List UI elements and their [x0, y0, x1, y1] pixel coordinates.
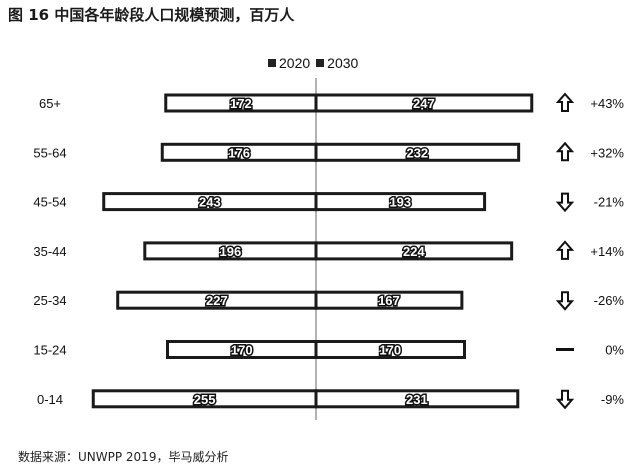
- arrow-up-icon: [555, 240, 575, 260]
- arrow-up-icon: [555, 92, 575, 112]
- data-label-2020: 170: [231, 343, 253, 358]
- data-label-2020: 196: [220, 244, 242, 259]
- data-label-2020: 243: [199, 195, 221, 210]
- data-label-2030: 247: [413, 96, 435, 111]
- data-label-2020: 176: [228, 145, 250, 160]
- category-label: 25-34: [33, 293, 66, 308]
- category-label: 15-24: [33, 343, 66, 358]
- arrow-up-icon: [555, 141, 575, 162]
- change-label: -26%: [594, 293, 625, 308]
- category-label: 55-64: [33, 145, 66, 160]
- change-label: +32%: [590, 145, 624, 160]
- category-label: 0-14: [37, 392, 63, 407]
- data-label-2030: 224: [403, 244, 425, 259]
- category-label: 65+: [39, 96, 61, 111]
- change-label: 0%: [605, 343, 624, 358]
- data-label-2030: 231: [406, 392, 428, 407]
- data-label-2030: 193: [389, 195, 411, 210]
- change-label: -21%: [594, 195, 625, 210]
- data-label-2030: 170: [379, 343, 401, 358]
- data-label-2020: 227: [206, 293, 228, 308]
- data-label-2020: 255: [194, 392, 216, 407]
- arrow-down-icon: [555, 389, 575, 410]
- change-label: +14%: [590, 244, 624, 259]
- arrow-down-icon: [555, 192, 575, 213]
- category-label: 45-54: [33, 195, 66, 210]
- change-label: -9%: [601, 392, 625, 407]
- chart-source: 数据来源：UNWPP 2019，毕马威分析: [18, 450, 229, 464]
- butterfly-chart: 65+ 172 247 +43% 55-64 176 232 +32% 45-54 243 193 -…: [33, 78, 625, 420]
- category-label: 35-44: [33, 244, 66, 259]
- data-label-2030: 232: [406, 145, 428, 160]
- arrow-down-icon: [555, 291, 575, 311]
- change-label: +43%: [590, 96, 624, 111]
- data-label-2020: 172: [230, 96, 252, 111]
- data-label-2030: 167: [378, 293, 400, 308]
